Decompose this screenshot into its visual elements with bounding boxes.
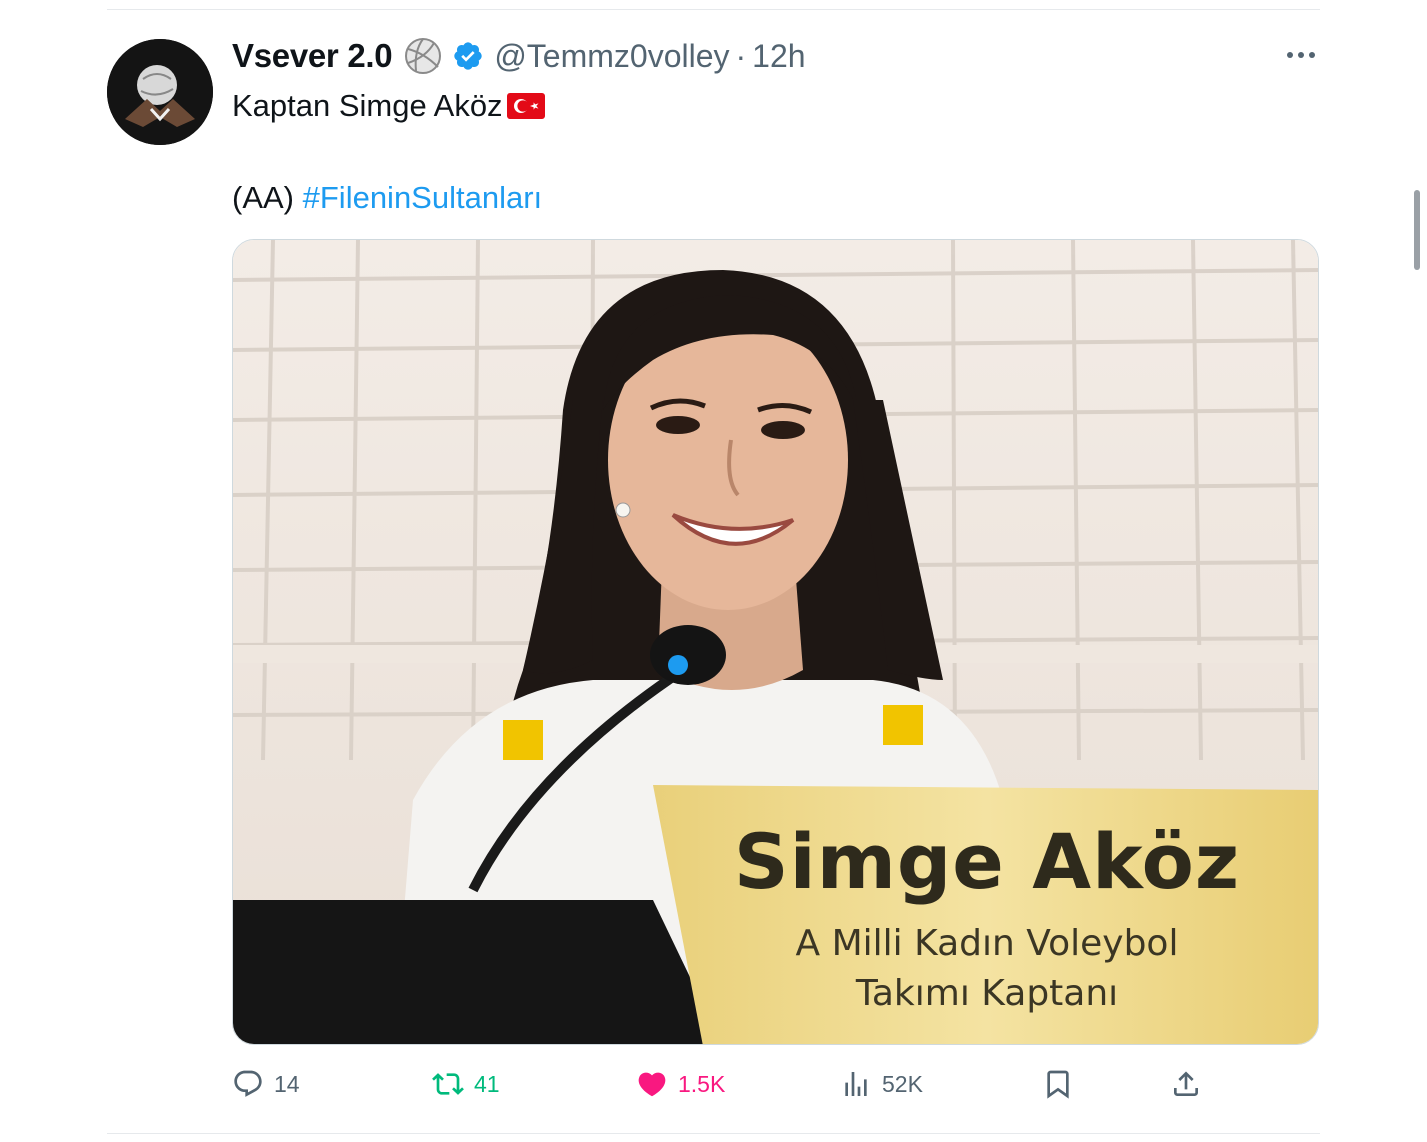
separator-dot: · <box>735 37 747 74</box>
bookmark-button[interactable] <box>1042 1064 1074 1104</box>
user-handle[interactable]: @Temmz0volley <box>494 38 729 75</box>
views-button[interactable]: 52K <box>840 1064 923 1104</box>
reply-icon <box>234 1070 262 1097</box>
bottom-divider <box>107 1133 1320 1134</box>
tweet-text-line1: Kaptan Simge Aköz <box>232 88 503 123</box>
name-placard: Simge Aköz A Milli Kadın Voleybol Takımı… <box>653 785 1318 1044</box>
tweet-text: Kaptan Simge Aköz <box>232 84 545 128</box>
placard-name: Simge Aköz <box>733 817 1241 906</box>
verified-badge-icon[interactable] <box>452 40 484 72</box>
scrollbar[interactable] <box>1414 190 1420 270</box>
turkey-flag-icon <box>506 87 545 119</box>
like-count: 1.5K <box>678 1070 726 1097</box>
tweet-photo[interactable]: Simge Aköz A Milli Kadın Voleybol Takımı… <box>232 239 1319 1045</box>
placard-title-line1: A Milli Kadın Voleybol <box>795 923 1179 964</box>
timestamp[interactable]: 12h <box>752 38 805 75</box>
more-options-button[interactable] <box>1281 40 1321 70</box>
display-name[interactable]: Vsever 2.0 <box>232 37 393 75</box>
view-count: 52K <box>882 1070 923 1097</box>
volleyball-icon <box>404 37 442 75</box>
avatar[interactable] <box>107 39 213 145</box>
tweet-actions: 14 41 1.5K 52K <box>232 1064 1232 1104</box>
top-divider <box>107 9 1320 10</box>
like-button[interactable]: 1.5K <box>636 1064 725 1104</box>
share-icon <box>1174 1071 1198 1096</box>
repost-icon <box>432 1073 464 1095</box>
placard-title-line2: Takımı Kaptanı <box>855 973 1119 1014</box>
repost-button[interactable]: 41 <box>432 1064 500 1104</box>
repost-count: 41 <box>474 1070 500 1097</box>
bookmark-icon <box>1047 1070 1069 1099</box>
analytics-icon <box>845 1072 867 1096</box>
reply-count: 14 <box>274 1070 300 1097</box>
reply-button[interactable]: 14 <box>232 1064 300 1104</box>
share-button[interactable] <box>1170 1064 1202 1104</box>
hashtag-link[interactable]: #FileninSultanları <box>303 180 543 215</box>
tweet-text-line2: (AA) #FileninSultanları <box>232 176 542 220</box>
tweet-header: Vsever 2.0 @Temmz0volley · 12h <box>232 34 806 78</box>
source-tag: (AA) <box>232 180 294 215</box>
heart-icon <box>638 1072 666 1097</box>
more-dots-icon <box>1287 52 1315 58</box>
